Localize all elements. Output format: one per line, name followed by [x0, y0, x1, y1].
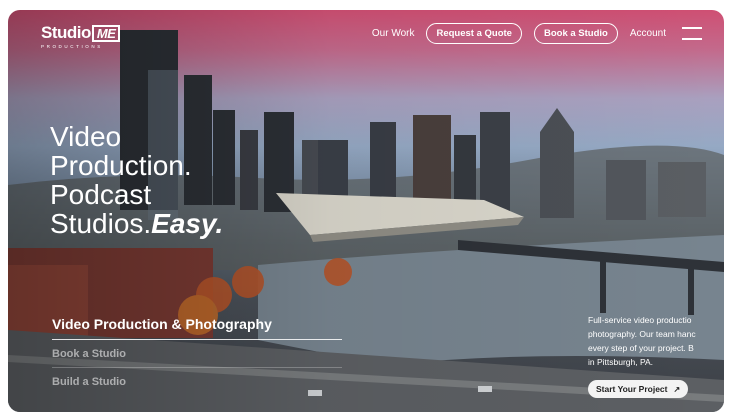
- headline-line-4: Studios.Easy.: [50, 209, 223, 238]
- logo-box-text: ME: [91, 24, 121, 42]
- headline-easy: Easy.: [151, 208, 224, 239]
- logo-wordmark: Studio ME: [41, 23, 121, 42]
- nav-account[interactable]: Account: [630, 28, 666, 39]
- service-video-production[interactable]: Video Production & Photography: [52, 312, 342, 340]
- service-description: Full-service video productio photography…: [588, 313, 724, 369]
- headline-line-3: Podcast: [50, 179, 152, 210]
- start-project-button[interactable]: Start Your Project ↗: [588, 380, 689, 398]
- description-line-1: Full-service video productio: [588, 315, 692, 325]
- service-book-studio[interactable]: Book a Studio: [52, 340, 342, 368]
- services-menu: Video Production & Photography Book a St…: [52, 312, 342, 395]
- headline-line-1: Video: [50, 121, 122, 152]
- description-line-2: photography. Our team hanc: [588, 329, 696, 339]
- cta-label: Start Your Project: [596, 384, 668, 394]
- brand-logo[interactable]: Studio ME PRODUCTIONS: [41, 23, 121, 50]
- description-line-4: in Pittsburgh, PA.: [588, 357, 654, 367]
- service-build-studio[interactable]: Build a Studio: [52, 368, 342, 395]
- hero-frame: Studio ME PRODUCTIONS Our Work Request a …: [8, 10, 724, 412]
- logo-text: Studio: [41, 23, 91, 42]
- top-nav: Our Work Request a Quote Book a Studio A…: [372, 23, 702, 44]
- logo-subtitle: PRODUCTIONS: [41, 44, 103, 49]
- arrow-up-right-icon: ↗: [673, 384, 681, 394]
- nav-our-work[interactable]: Our Work: [372, 28, 415, 39]
- hamburger-menu-icon[interactable]: [682, 27, 702, 40]
- description-line-3: every step of your project. B: [588, 343, 694, 353]
- headline-line-2: Production.: [50, 150, 192, 181]
- book-studio-button[interactable]: Book a Studio: [533, 23, 618, 44]
- headline-studios: Studios.: [50, 208, 152, 239]
- hero-headline: Video Production. Podcast Studios.Easy.: [50, 122, 223, 238]
- request-quote-button[interactable]: Request a Quote: [426, 23, 522, 44]
